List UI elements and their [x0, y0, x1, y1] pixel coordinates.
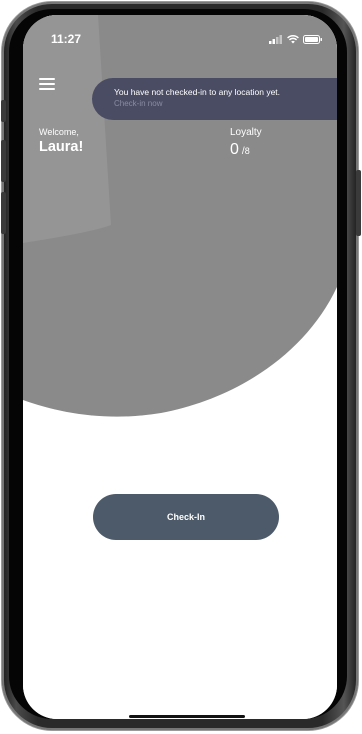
loyalty-total-count: 8: [244, 146, 250, 156]
user-name: Laura!: [39, 139, 84, 155]
side-button-volume-down: [1, 192, 6, 234]
device-mockup: 11:27 You have not checked-in to any loc…: [0, 0, 362, 734]
loyalty-points: 0/8: [230, 141, 250, 159]
side-button-silent: [1, 100, 6, 122]
menu-icon-bar: [39, 83, 55, 85]
hamburger-menu-icon[interactable]: [39, 78, 57, 92]
status-bar: 11:27: [23, 15, 337, 61]
welcome-label: Welcome,: [39, 127, 79, 137]
notification-message: You have not checked-in to any location …: [114, 87, 281, 97]
loyalty-current-count: 0: [230, 141, 239, 158]
menu-icon-bar: [39, 78, 55, 80]
app-screen: 11:27 You have not checked-in to any loc…: [23, 15, 337, 719]
wifi-icon: [287, 34, 299, 43]
status-icons: [269, 33, 323, 45]
side-button-power: [356, 170, 361, 236]
side-button-volume-up: [1, 140, 6, 182]
loyalty-label: Loyalty: [230, 127, 262, 138]
checkin-notification-banner[interactable]: You have not checked-in to any location …: [92, 78, 337, 120]
header-background: [23, 15, 337, 719]
battery-icon: [303, 34, 322, 44]
menu-icon-bar: [39, 88, 55, 90]
signal-icon: [269, 34, 282, 44]
checkin-now-link[interactable]: Check-in now: [114, 99, 162, 108]
status-time: 11:27: [51, 32, 82, 46]
home-indicator[interactable]: [129, 715, 245, 718]
checkin-button[interactable]: Check-In: [93, 494, 279, 540]
